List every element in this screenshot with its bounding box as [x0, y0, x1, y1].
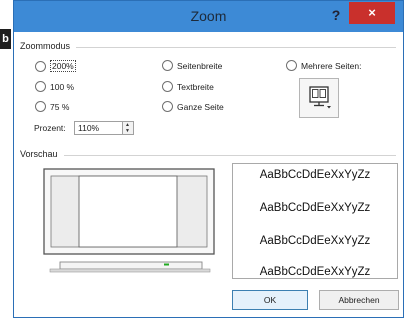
radio-200[interactable]: 200% — [35, 60, 76, 72]
close-button[interactable]: × — [349, 2, 395, 24]
font-preview-box: AaBbCcDdEeXxYyZz AaBbCcDdEeXxYyZz AaBbCc… — [232, 163, 398, 279]
cancel-button[interactable]: Abbrechen — [319, 290, 399, 310]
radio-circle[interactable] — [162, 101, 173, 112]
prozent-label: Prozent: — [34, 123, 66, 133]
spin-down-icon[interactable]: ▼ — [125, 129, 130, 134]
radio-circle[interactable] — [35, 101, 46, 112]
ok-button[interactable]: OK — [232, 290, 308, 310]
radio-ganze-seite-label: Ganze Seite — [177, 101, 224, 112]
monitor-preview — [43, 168, 215, 273]
radio-75-label: 75 % — [50, 101, 70, 112]
radio-circle[interactable] — [35, 81, 46, 92]
radio-textbreite-label: Textbreite — [177, 81, 214, 92]
radio-200-label: 200% — [50, 60, 76, 72]
preview-sample-line: AaBbCcDdEeXxYyZz — [259, 169, 371, 181]
background-tab: b — [0, 29, 11, 49]
radio-seitenbreite-label: Seitenbreite — [177, 60, 223, 71]
multiple-pages-button[interactable] — [299, 78, 339, 118]
radio-seitenbreite[interactable]: Seitenbreite — [162, 60, 222, 71]
help-button[interactable]: ? — [329, 7, 343, 25]
preview-sample-line: AaBbCcDdEeXxYyZz — [259, 202, 371, 214]
title-bar: Zoom ? × — [14, 1, 403, 32]
radio-textbreite[interactable]: Textbreite — [162, 81, 214, 92]
radio-circle[interactable] — [35, 60, 46, 72]
dialog-title: Zoom — [190, 8, 227, 24]
radio-mehrere-seiten[interactable]: Mehrere Seiten: — [286, 60, 361, 71]
radio-100-label: 100 % — [50, 81, 75, 92]
radio-circle[interactable] — [162, 60, 173, 71]
radio-100[interactable]: 100 % — [35, 81, 74, 92]
vorschau-group-label: Vorschau — [20, 149, 58, 159]
monitor-pages-icon — [309, 86, 331, 109]
radio-75[interactable]: 75 % — [35, 101, 69, 112]
preview-sample-line: AaBbCcDdEeXxYyZz — [259, 235, 371, 247]
preview-sample-line: AaBbCcDdEeXxYyZz — [259, 266, 371, 278]
prozent-spinner[interactable]: ▲ ▼ — [122, 121, 134, 135]
background-window-edge: b — [0, 0, 13, 320]
zoom-dialog: Zoom ? × Zoommodus 200% 100 % 75 % Seite… — [13, 0, 404, 318]
radio-ganze-seite[interactable]: Ganze Seite — [162, 101, 224, 112]
zoommodus-group-label: Zoommodus — [20, 41, 71, 51]
radio-circle[interactable] — [162, 81, 173, 92]
radio-circle[interactable] — [286, 60, 297, 71]
group-divider — [76, 47, 396, 48]
radio-mehrere-seiten-label: Mehrere Seiten: — [301, 60, 362, 71]
group-divider — [64, 155, 396, 156]
